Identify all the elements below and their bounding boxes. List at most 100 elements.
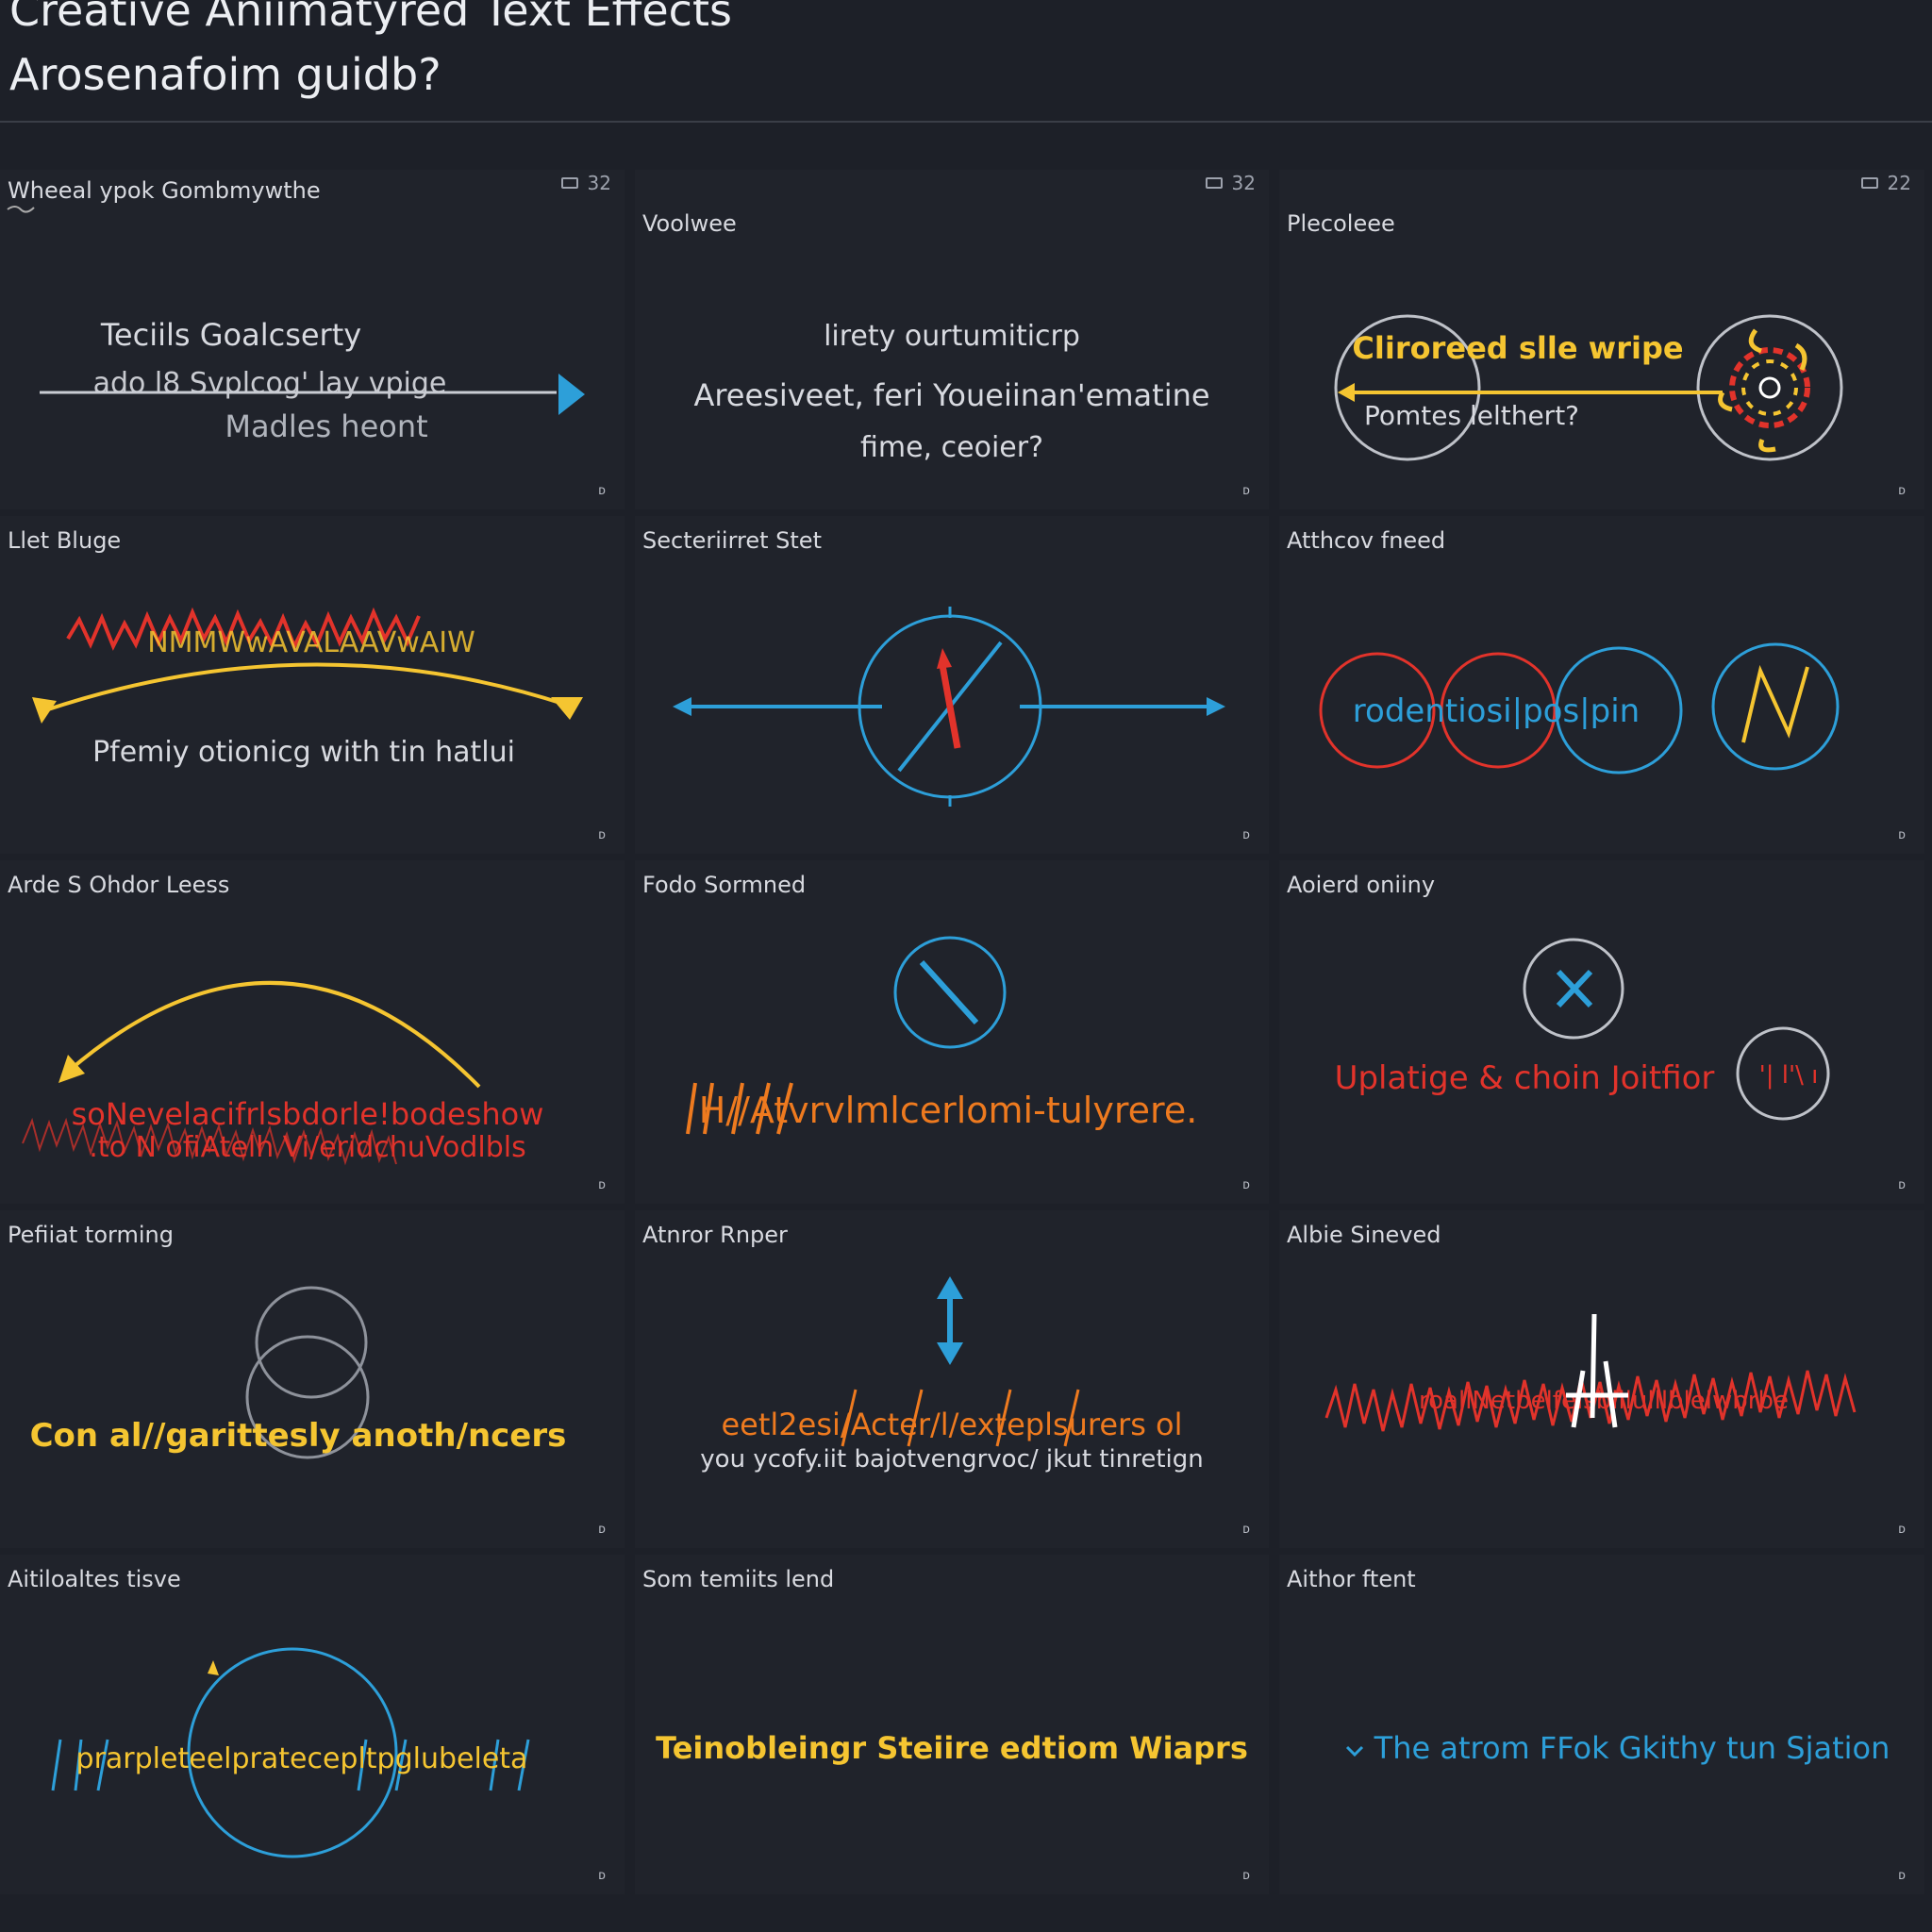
panel-text-line1: rodentiosi|pos|pin — [1353, 692, 1640, 730]
panel-title: Secteriirret Stet — [642, 527, 822, 554]
panel-artwork: NMMWwAVALAAVwAIW Pfemiy otionicg with ti… — [32, 607, 583, 769]
panel-meta-count: 32 — [587, 172, 611, 194]
panel-text-line1: Teciils Goalcserty — [100, 317, 361, 353]
arrow-head-icon — [558, 374, 585, 415]
panel-text-line1: Con al//garittesly anoth/ncers — [30, 1417, 567, 1455]
arrow-head-icon — [673, 697, 691, 716]
dial-needle — [919, 959, 979, 1025]
panel-text-line1: roallNetbelfelsblllulllblelwbrbe — [1419, 1387, 1789, 1415]
panel-title: Albie Sineved — [1287, 1222, 1441, 1248]
panel-title: Plecoleee — [1287, 210, 1395, 237]
panel-title: Llet Bluge — [8, 527, 122, 554]
panel-text-line2: ado l8 Svplcog' lay vpige — [93, 367, 447, 400]
panel-title: Arde S Ohdor Leess — [8, 872, 230, 898]
effect-panel[interactable]: roallNetbelfelsblllulllblelwbrbe Albie S… — [1279, 1210, 1924, 1548]
panel-artwork: Uplatige & choin Joitfior '| l'\ ı — [1335, 938, 1830, 1121]
arrow-head-icon — [937, 648, 952, 669]
panel-corner-marker: ᴅ — [1898, 1523, 1906, 1537]
panel-text-line1: The atrom FFok Gkithy tun Sjation — [1374, 1730, 1890, 1766]
panel-artwork: H//Atvrvlmlcerlomi-tulyrere. — [686, 936, 1197, 1135]
panel-artwork: Con al//garittesly anoth/ncers — [30, 1286, 567, 1459]
effect-panel[interactable]: NMMWwAVALAAVwAIW Pfemiy otionicg with ti… — [0, 516, 625, 854]
panel-text-line2: Pfemiy otionicg with tin hatlui — [92, 736, 515, 769]
panel-text-line2: you ycofy.iit bajotvengrvoc/ jkut tinret… — [700, 1445, 1203, 1474]
panel-title: Som temiits lend — [642, 1566, 835, 1592]
panel-corner-marker: ᴅ — [598, 828, 606, 842]
panel-title: Wheeal ypok Gombmywthe — [8, 177, 321, 204]
panel-text-line2: '| l'\ ı — [1759, 1061, 1819, 1090]
page-subtitle: Arosenafoim guidb? — [9, 49, 441, 100]
motion-path-curve — [44, 662, 567, 712]
burst-effect — [1718, 328, 1810, 453]
panel-corner-marker: ᴅ — [598, 1869, 606, 1883]
panel-meta: 32 — [560, 172, 611, 194]
arrow-head-icon — [32, 697, 57, 724]
panel-text-line1: Uplatige & choin Joitfior — [1335, 1059, 1715, 1097]
effect-panel[interactable]: prarpleteelpratecepltpglubeleta Aitiloal… — [0, 1555, 625, 1894]
ring-shape — [1696, 314, 1843, 461]
zigzag-mark — [1741, 664, 1809, 743]
page-header: Creative Aniimatyred Text Effects Arosen… — [0, 0, 1932, 123]
arrow-head-icon — [551, 697, 583, 720]
screen-icon — [1205, 177, 1223, 189]
panel-text-line1: Teinobleingr Steiire edtiom Wiaprs — [656, 1730, 1248, 1766]
effect-panel[interactable]: Teinobleingr Steiire edtiom Wiaprs Som t… — [635, 1555, 1269, 1894]
effect-panel[interactable]: eetl2esi/Acter/l/exteplsurers ol you yco… — [635, 1210, 1269, 1548]
panel-artwork — [673, 607, 1225, 807]
panel-title: Fodo Sormned — [642, 872, 807, 898]
arrow-down-icon — [937, 1342, 963, 1365]
effect-panel[interactable]: rodentiosi|pos|pin Atthcov fneed ᴅ — [1279, 516, 1924, 854]
motion-path-curve — [66, 981, 481, 1089]
panel-artwork: Teinobleingr Steiire edtiom Wiaprs — [656, 1730, 1248, 1766]
effect-panel[interactable]: Teciils Goalcserty ado l8 Svplcog' lay v… — [0, 170, 625, 509]
effect-panel[interactable]: H//Atvrvlmlcerlomi-tulyrere. Fodo Sormne… — [635, 860, 1269, 1204]
panel-text-line1: lirety ourtumiticrp — [824, 320, 1080, 353]
effect-panel[interactable]: Cliroreed slle wripe Pomtes lelthert? Pl… — [1279, 170, 1924, 509]
panel-corner-marker: ᴅ — [1898, 484, 1906, 498]
screen-icon — [560, 177, 578, 189]
panel-corner-marker: ᴅ — [598, 484, 606, 498]
panel-corner-marker: ᴅ — [1242, 1523, 1250, 1537]
chevron-down-icon — [1345, 1745, 1364, 1757]
panel-corner-marker: ᴅ — [1242, 828, 1250, 842]
panel-meta: 22 — [1860, 172, 1911, 194]
panel-title: Atnror Rnper — [642, 1222, 788, 1248]
panel-corner-marker: ᴅ — [1242, 1178, 1250, 1192]
panel-artwork: Teciils Goalcserty ado l8 Svplcog' lay v… — [7, 206, 585, 444]
panel-artwork: soNevelacifrlsbdorle!bodeshow .to N ofiA… — [22, 981, 544, 1166]
panel-title: Aithor ftent — [1287, 1566, 1416, 1592]
panel-corner-marker: ᴅ — [598, 1523, 606, 1537]
effect-panel[interactable]: Con al//garittesly anoth/ncers Pefiiat t… — [0, 1210, 625, 1548]
panel-text-line1: prarpleteelpratecepltpglubeleta — [76, 1742, 528, 1775]
panel-text-line1: soNevelacifrlsbdorle!bodeshow — [72, 1096, 544, 1132]
panel-meta: 32 — [1205, 172, 1256, 194]
arrow-head-icon — [1338, 383, 1355, 402]
panel-artwork: prarpleteelpratecepltpglubeleta — [51, 1647, 530, 1858]
panel-title: Aitiloaltes tisve — [8, 1566, 181, 1592]
panel-meta-count: 22 — [1887, 172, 1911, 194]
panel-title: Aoierd oniiny — [1287, 872, 1436, 898]
panel-corner-marker: ᴅ — [1898, 1869, 1906, 1883]
arrow-up-icon — [937, 1276, 963, 1299]
panel-title: Pefiiat torming — [8, 1222, 174, 1248]
effect-panel[interactable]: Uplatige & choin Joitfior '| l'\ ı Aoier… — [1279, 860, 1924, 1204]
panel-corner-marker: ᴅ — [598, 1178, 606, 1192]
screen-icon — [1860, 177, 1878, 189]
panel-text-line2: Areesiveet, feri Youeiinan'ematine — [693, 377, 1209, 413]
panel-artwork: eetl2esi/Acter/l/exteplsurers ol you yco… — [700, 1276, 1204, 1474]
effect-panel[interactable]: The atrom FFok Gkithy tun Sjation Aithor… — [1279, 1555, 1924, 1894]
panel-corner-marker: ᴅ — [1898, 828, 1906, 842]
panel-text-line3: Madles heont — [225, 408, 427, 444]
panel-artwork: roallNetbelfelsblllulllblelwbrbe — [1324, 1313, 1857, 1432]
panel-corner-marker: ᴅ — [1898, 1178, 1906, 1192]
effect-panel[interactable]: lirety ourtumiticrp Areesiveet, feri You… — [635, 170, 1269, 509]
effect-panel[interactable]: Secteriirret Stet ᴅ — [635, 516, 1269, 854]
page-title: Creative Aniimatyred Text Effects — [9, 0, 732, 36]
panel-title: Atthcov fneed — [1287, 527, 1446, 554]
ring-shape — [255, 1286, 368, 1399]
panel-corner-marker: ᴅ — [1242, 1869, 1250, 1883]
marker-icon — [208, 1660, 219, 1675]
panel-title: Voolwee — [642, 210, 737, 237]
effect-panel[interactable]: soNevelacifrlsbdorle!bodeshow .to N ofiA… — [0, 860, 625, 1204]
arrow-head-icon — [1207, 697, 1225, 716]
